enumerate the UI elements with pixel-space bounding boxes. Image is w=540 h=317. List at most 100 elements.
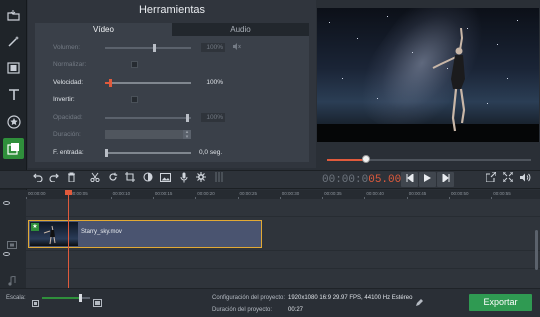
fade-in-slider-knob[interactable] [105,149,108,157]
ruler-tick-label: 00:00:30 [281,191,300,196]
volume-icon [520,173,531,182]
transitions-button[interactable] [3,57,24,78]
title-track[interactable] [26,199,540,217]
ruler-tick-label: 00:00:40 [366,191,384,196]
ruler-tick-label: 00:00:45 [408,191,427,196]
export-frame-button[interactable] [483,171,498,187]
normalize-row: Normalizar: [35,59,309,70]
fade-in-slider[interactable] [105,149,191,157]
ruler-tick-label: 00:00:50 [451,191,469,196]
ruler-tick-label: 00:00:05 [70,191,88,196]
magic-wand-button[interactable] [3,31,24,52]
normalize-label: Normalizar: [53,61,87,68]
export-button[interactable]: Exportar [469,294,532,311]
play-button[interactable] [419,172,436,187]
normalize-checkbox[interactable] [131,61,138,68]
titles-button[interactable] [3,84,24,105]
music-track[interactable] [26,269,540,288]
equalizer-button[interactable] [211,172,226,187]
undo-icon [32,173,43,183]
ruler-tick-label: 00:00:25 [239,191,258,196]
delete-button[interactable] [64,172,79,187]
speed-slider[interactable] [105,79,191,87]
speed-slider-knob[interactable] [109,79,112,87]
split-button[interactable] [87,172,102,187]
invert-checkbox[interactable] [131,96,138,103]
panel-tabs: Vídeo Audio [35,23,309,36]
preview-progress[interactable] [327,155,531,163]
timeline-ruler[interactable]: 00:00:00 00:00:05 00:00:10 00:00:15 00:00:20… [26,190,540,199]
speed-label: Velocidad: [53,79,83,86]
duration-label: Duración: [53,131,81,138]
overlay-lane-icon [7,236,17,254]
tab-audio[interactable]: Audio [172,23,309,36]
import-button[interactable] [3,4,24,25]
scale-slider-knob[interactable] [79,294,82,302]
clip-settings-button[interactable] [193,172,208,187]
duration-field[interactable] [105,130,183,139]
crop-button[interactable] [122,172,137,187]
scale-slider-rest [82,297,90,299]
preview-progress-knob[interactable] [362,155,370,163]
properties-list: Volumen: 100% Normalizar: Velocidad: 100… [35,36,309,162]
mute-icon[interactable] [233,43,241,52]
duration-spinner[interactable]: ▴ ▾ [183,130,191,139]
volume-button[interactable] [518,172,533,187]
playhead-handle[interactable] [65,190,72,195]
trash-icon [68,172,75,183]
panel-title: Herramientas [138,4,206,16]
image-button[interactable] [158,172,173,187]
volume-slider-knob[interactable] [153,44,156,52]
tool-strip [0,0,27,190]
opacity-slider-knob[interactable] [186,114,189,122]
duration-value: 00:27 [288,307,304,313]
text-icon [8,89,19,100]
volume-value[interactable]: 100% [201,43,225,52]
record-audio-button[interactable] [176,172,191,187]
zoom-out-icon[interactable] [32,294,39,312]
fullscreen-button[interactable] [500,171,515,187]
redo-button[interactable] [46,172,61,187]
skip-forward-button[interactable] [437,172,454,187]
crop-icon [124,172,135,182]
dancer-figure [432,28,466,132]
pencil-icon[interactable] [415,294,423,312]
scale-slider[interactable] [42,297,82,299]
undo-button[interactable] [30,172,45,187]
video-clip[interactable]: ★ Starry_sky.mov [28,220,262,248]
color-adjust-button[interactable] [140,172,155,187]
play-icon [424,174,431,182]
ruler-tick-label: 00:00:55 [493,191,511,196]
clip-properties-button[interactable] [3,138,24,159]
clip-favorite-icon[interactable]: ★ [31,223,39,231]
tools-panel: Herramientas Vídeo Audio Volumen: 100% N… [28,0,338,168]
settings-icon [195,172,206,182]
skip-forward-icon [442,172,449,184]
title-track-eye-icon[interactable] [3,201,10,205]
invert-row: Invertir: [35,94,309,105]
invert-label: Invertir: [53,96,75,103]
duration-label: Duración del proyecto: [212,307,273,313]
audio-track[interactable] [26,251,540,269]
film-strip-icon [7,61,20,74]
skip-back-button[interactable] [401,172,418,187]
opacity-value[interactable]: 100% [201,113,225,122]
tab-video[interactable]: Vídeo [35,23,172,36]
playhead[interactable] [68,190,69,288]
clip-name: Starry_sky.mov [81,229,122,235]
timecode: 00:00:005.000 [322,173,408,188]
timeline-scrollbar[interactable] [535,230,538,270]
fade-in-row: F. entrada: 0,0 seg. [35,147,309,158]
timecode-grey: 00:00:0 [322,174,369,186]
zoom-in-icon[interactable] [93,294,102,312]
magic-wand-icon [8,36,19,47]
speed-value[interactable]: 100% [201,78,225,87]
preview-progress-fill [327,159,366,161]
video-preview[interactable] [317,8,539,142]
stickers-button[interactable] [3,111,24,132]
redo-icon [48,173,59,183]
fade-in-value[interactable]: 0,0 seg. [197,148,231,157]
opacity-slider[interactable] [105,114,191,122]
rotate-button[interactable] [105,172,120,187]
volume-slider[interactable] [105,44,191,52]
